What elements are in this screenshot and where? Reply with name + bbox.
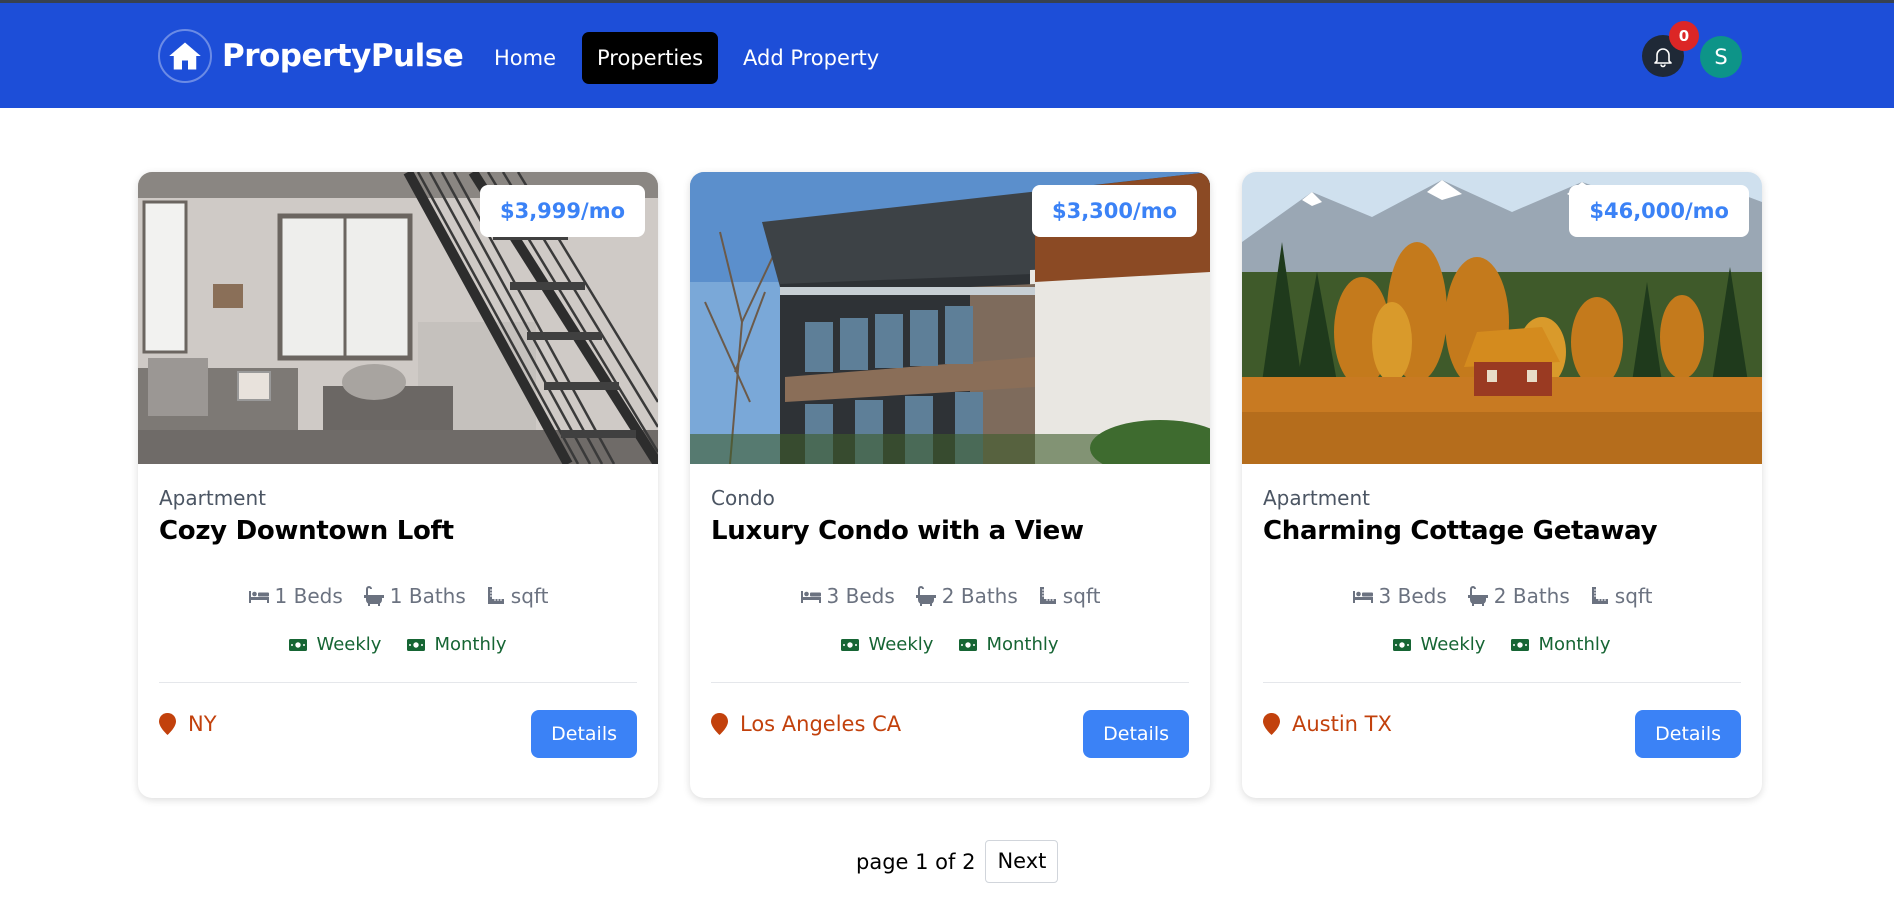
area-stat: sqft: [486, 584, 549, 608]
area-stat: sqft: [1590, 584, 1653, 608]
property-card: $46,000/mo Apartment Charming Cottage Ge…: [1242, 172, 1762, 798]
nav-add-property[interactable]: Add Property: [728, 32, 894, 84]
beds-label: 3 Beds: [1378, 584, 1447, 608]
area-label: sqft: [510, 584, 549, 608]
property-title: Luxury Condo with a View: [711, 516, 1084, 546]
notification-count-badge: 0: [1669, 21, 1699, 51]
ruler-icon: [1039, 587, 1056, 604]
rate-weekly-label: Weekly: [1420, 634, 1486, 655]
details-button[interactable]: Details: [1083, 710, 1189, 758]
bath-icon: [363, 586, 384, 606]
area-label: sqft: [1062, 584, 1101, 608]
money-bill-icon: [841, 638, 860, 651]
bath-icon: [1467, 586, 1488, 606]
property-type: Apartment: [159, 486, 267, 510]
rate-weekly: Weekly: [1393, 634, 1485, 655]
rate-monthly-label: Monthly: [1538, 634, 1611, 655]
house-logo-icon: [158, 29, 212, 83]
money-bill-icon: [1393, 638, 1412, 651]
money-bill-icon: [407, 638, 426, 651]
location-label: NY: [188, 712, 217, 736]
rate-monthly-label: Monthly: [434, 634, 507, 655]
beds-label: 1 Beds: [274, 584, 343, 608]
beds-stat: 1 Beds: [248, 584, 343, 608]
baths-label: 2 Baths: [1493, 584, 1570, 608]
money-bill-icon: [289, 638, 308, 651]
user-avatar[interactable]: S: [1700, 36, 1742, 78]
property-stats: 3 Beds 2 Baths sqft: [690, 584, 1210, 608]
property-stats: 1 Beds 1 Baths sqft: [138, 584, 658, 608]
bed-icon: [1352, 591, 1373, 603]
bed-icon: [800, 591, 821, 603]
baths-stat: 2 Baths: [1467, 584, 1570, 608]
location: Austin TX: [1263, 712, 1392, 736]
pagination: page 1 of 2 Next: [856, 840, 1059, 883]
bath-icon: [915, 586, 936, 606]
beds-stat: 3 Beds: [1352, 584, 1447, 608]
property-card: $3,300/mo Condo Luxury Condo with a View…: [690, 172, 1210, 798]
map-pin-icon: [1263, 713, 1280, 735]
rate-weekly: Weekly: [841, 634, 933, 655]
baths-label: 2 Baths: [941, 584, 1018, 608]
rate-monthly: Monthly: [959, 634, 1059, 655]
property-title: Cozy Downtown Loft: [159, 516, 454, 546]
card-divider: [711, 682, 1189, 683]
baths-stat: 1 Baths: [363, 584, 466, 608]
rate-monthly: Monthly: [1511, 634, 1611, 655]
brand-link[interactable]: PropertyPulse: [158, 29, 464, 83]
price-badge: $3,300/mo: [1031, 185, 1197, 237]
map-pin-icon: [711, 713, 728, 735]
rate-monthly-label: Monthly: [986, 634, 1059, 655]
money-bill-icon: [1511, 638, 1530, 651]
details-button[interactable]: Details: [531, 710, 637, 758]
rate-options: Weekly Monthly: [690, 634, 1210, 655]
rate-options: Weekly Monthly: [138, 634, 658, 655]
rate-weekly-label: Weekly: [316, 634, 382, 655]
next-page-button[interactable]: Next: [985, 840, 1059, 883]
rate-weekly: Weekly: [289, 634, 381, 655]
map-pin-icon: [159, 713, 176, 735]
price-badge: $46,000/mo: [1569, 185, 1749, 237]
card-divider: [159, 682, 637, 683]
location-label: Austin TX: [1292, 712, 1392, 736]
property-card: $3,999/mo Apartment Cozy Downtown Loft 1…: [138, 172, 658, 798]
nav-properties[interactable]: Properties: [582, 32, 719, 84]
page-status: page 1 of 2: [856, 849, 976, 874]
property-type: Apartment: [1263, 486, 1371, 510]
property-type: Condo: [711, 486, 775, 510]
price-badge: $3,999/mo: [479, 185, 645, 237]
baths-stat: 2 Baths: [915, 584, 1018, 608]
ruler-icon: [487, 587, 504, 604]
area-stat: sqft: [1038, 584, 1101, 608]
baths-label: 1 Baths: [389, 584, 466, 608]
money-bill-icon: [959, 638, 978, 651]
beds-stat: 3 Beds: [800, 584, 895, 608]
location: NY: [159, 712, 217, 736]
navbar: PropertyPulse Home Properties Add Proper…: [0, 3, 1894, 108]
nav-home[interactable]: Home: [479, 32, 571, 84]
details-button[interactable]: Details: [1635, 710, 1741, 758]
location: Los Angeles CA: [711, 712, 901, 736]
card-divider: [1263, 682, 1741, 683]
rate-weekly-label: Weekly: [868, 634, 934, 655]
ruler-icon: [1591, 587, 1608, 604]
property-stats: 3 Beds 2 Baths sqft: [1242, 584, 1762, 608]
property-title: Charming Cottage Getaway: [1263, 516, 1658, 546]
location-label: Los Angeles CA: [740, 712, 902, 736]
beds-label: 3 Beds: [826, 584, 895, 608]
area-label: sqft: [1614, 584, 1653, 608]
bell-icon: [1654, 48, 1672, 68]
bed-icon: [248, 591, 269, 603]
rate-options: Weekly Monthly: [1242, 634, 1762, 655]
rate-monthly: Monthly: [407, 634, 507, 655]
brand-name: PropertyPulse: [222, 38, 464, 74]
